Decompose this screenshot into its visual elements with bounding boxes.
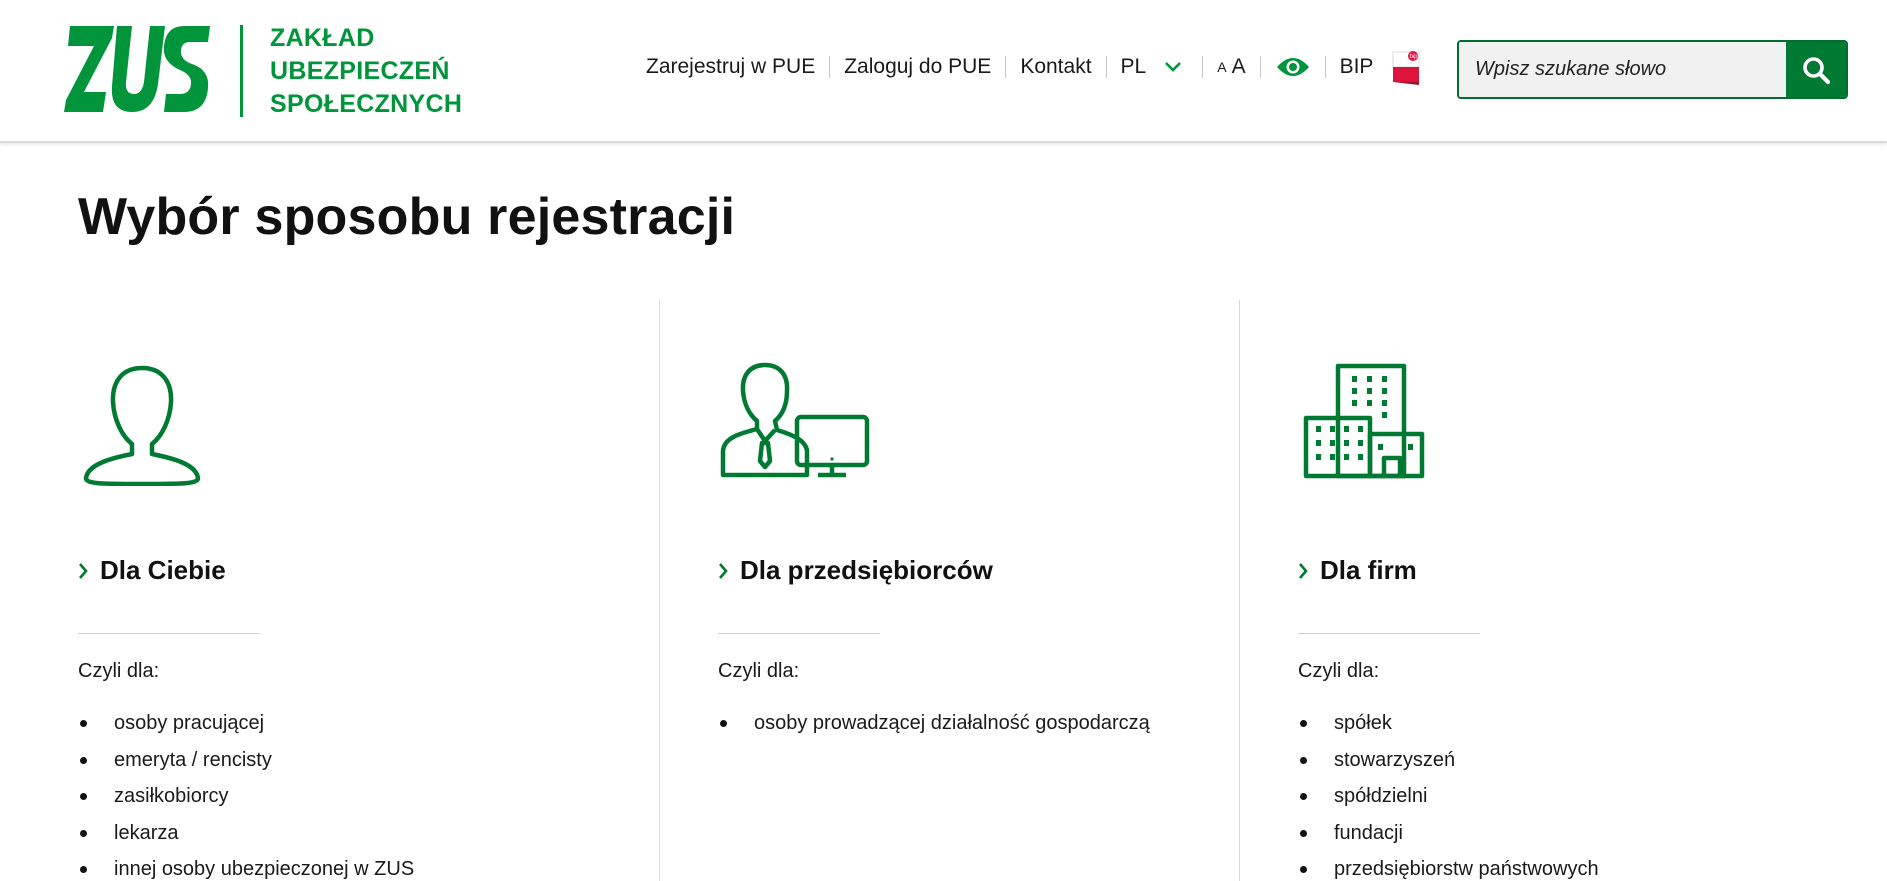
list-item: stowarzyszeń xyxy=(1298,742,1599,779)
option-title-link[interactable]: Dla Ciebie xyxy=(78,555,226,586)
chevron-right-icon xyxy=(1299,562,1308,579)
option-title-link[interactable]: Dla przedsiębiorców xyxy=(718,555,993,586)
nav-separator xyxy=(1005,56,1007,78)
bip-flag-icon[interactable]: bip xyxy=(1391,48,1423,86)
list-item: fundacji xyxy=(1298,815,1599,852)
list-item: lekarza xyxy=(78,815,414,852)
top-nav: Zarejestruj w PUE Zaloguj do PUE Kontakt… xyxy=(646,51,1423,85)
option-list: osoby prowadzącej działalność gospodarcz… xyxy=(718,705,1150,742)
list-item: innej osoby ubezpieczonej w ZUS xyxy=(78,851,414,881)
logo-text[interactable]: ZAKŁAD UBEZPIECZEŃ SPOŁECZNYCH xyxy=(270,22,462,121)
option-list: osoby pracującej emeryta / rencisty zasi… xyxy=(78,705,414,881)
logo-divider xyxy=(240,25,243,117)
office-buildings-icon xyxy=(1303,363,1425,479)
bip-link[interactable]: BIP xyxy=(1340,55,1374,79)
contact-link[interactable]: Kontakt xyxy=(1020,55,1091,79)
login-pue-link[interactable]: Zaloguj do PUE xyxy=(844,55,991,79)
chevron-right-icon xyxy=(79,562,88,579)
logo-line-3: SPOŁECZNYCH xyxy=(270,90,463,118)
font-size-large-button[interactable]: A xyxy=(1232,55,1246,79)
font-size-small-button[interactable]: A xyxy=(1217,59,1226,75)
search-input[interactable] xyxy=(1459,42,1786,97)
column-divider xyxy=(1239,300,1240,881)
search-button[interactable] xyxy=(1786,42,1846,97)
svg-text:bip: bip xyxy=(1410,54,1419,60)
option-title: Dla firm xyxy=(1320,555,1417,585)
title-rule xyxy=(78,633,260,634)
title-rule xyxy=(718,633,880,634)
logo-line-2: UBEZPIECZEŃ xyxy=(270,57,450,85)
chevron-down-icon xyxy=(1165,62,1182,72)
title-rule xyxy=(1298,633,1480,634)
column-divider xyxy=(659,300,660,881)
language-select[interactable]: PL xyxy=(1121,55,1183,79)
list-item: emeryta / rencisty xyxy=(78,742,414,779)
person-icon xyxy=(83,365,201,486)
list-item: przedsiębiorstw państwowych xyxy=(1298,851,1599,881)
option-subtitle: Czyli dla: xyxy=(718,660,800,682)
list-item: spółek xyxy=(1298,705,1599,742)
entrepreneur-computer-icon xyxy=(720,362,870,478)
option-subtitle: Czyli dla: xyxy=(78,660,160,682)
option-title-link[interactable]: Dla firm xyxy=(1298,555,1417,586)
nav-separator xyxy=(1324,56,1326,78)
list-item: osoby pracującej xyxy=(78,705,414,742)
eye-icon[interactable] xyxy=(1275,55,1311,79)
page-title: Wybór sposobu rejestracji xyxy=(78,188,736,246)
site-header: ZAKŁAD UBEZPIECZEŃ SPOŁECZNYCH Zarejestr… xyxy=(0,0,1887,143)
nav-separator xyxy=(1105,56,1107,78)
nav-separator xyxy=(1259,56,1261,78)
logo-line-1: ZAKŁAD xyxy=(270,24,375,52)
nav-separator xyxy=(1202,56,1204,78)
register-pue-link[interactable]: Zarejestruj w PUE xyxy=(646,55,815,79)
option-title: Dla Ciebie xyxy=(100,555,226,585)
search-icon xyxy=(1803,56,1831,84)
list-item: zasiłkobiorcy xyxy=(78,778,414,815)
option-subtitle: Czyli dla: xyxy=(1298,660,1380,682)
list-item: spółdzielni xyxy=(1298,778,1599,815)
option-title: Dla przedsiębiorców xyxy=(740,555,993,585)
language-label: PL xyxy=(1120,55,1147,78)
search-box xyxy=(1457,40,1848,99)
nav-separator xyxy=(829,56,831,78)
option-list: spółek stowarzyszeń spółdzielni fundacji… xyxy=(1298,705,1599,881)
zus-logo[interactable] xyxy=(62,24,212,114)
chevron-right-icon xyxy=(719,562,728,579)
list-item: osoby prowadzącej działalność gospodarcz… xyxy=(718,705,1150,742)
